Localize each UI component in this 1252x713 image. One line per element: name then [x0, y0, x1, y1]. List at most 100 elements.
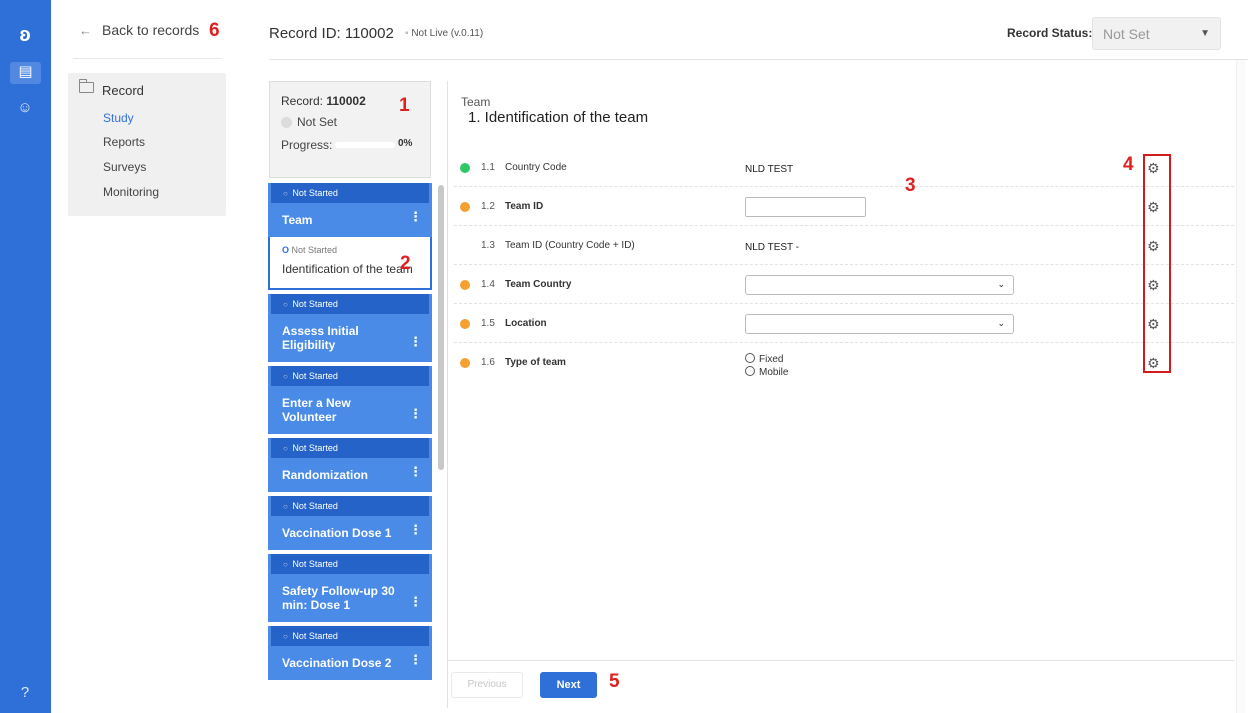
step-status: ○ Not Started — [271, 294, 429, 314]
nav-item-surveys[interactable]: Surveys — [103, 160, 146, 174]
field-value: NLD TEST - — [745, 242, 800, 253]
field-value: NLD TEST — [745, 164, 794, 175]
form-row: 1.4 Team Country ⌄ ⚙ — [454, 265, 1234, 304]
team-type-radio-group: Fixed Mobile — [745, 353, 788, 379]
radio-label: Fixed — [759, 354, 784, 365]
more-options-icon[interactable]: ⋮ — [409, 209, 422, 225]
field-label: Country Code — [505, 162, 567, 173]
left-navigation: ← Back to records Record Study Reports S… — [51, 0, 240, 713]
more-options-icon[interactable]: ⋮ — [409, 594, 422, 610]
substep-title: Identification of the team — [282, 262, 413, 276]
progress-bar — [335, 142, 395, 148]
annotation-5: 5 — [609, 671, 620, 692]
status-dot-icon — [281, 116, 292, 128]
record-id-title: Record ID: 110002 — [269, 25, 394, 42]
step-item[interactable]: ○ Not Started Enter a New Volunteer ⋮ — [268, 366, 432, 434]
step-status-label: Not Started — [292, 188, 338, 198]
progress-label: Progress: — [281, 138, 333, 152]
step-item[interactable]: ○ Not Started Safety Follow-up 30 min: Do… — [268, 554, 432, 622]
radio-icon — [745, 366, 755, 376]
field-label: Team Country — [505, 279, 572, 290]
more-options-icon[interactable]: ⋮ — [409, 522, 422, 538]
step-title: Vaccination Dose 2 — [282, 656, 392, 670]
back-arrow-icon: ← — [79, 22, 92, 38]
location-select[interactable]: ⌄ — [745, 314, 1014, 334]
chevron-down-icon: ⌄ — [997, 318, 1005, 328]
field-number: 1.6 — [481, 357, 495, 368]
radio-label: Mobile — [759, 367, 789, 378]
status-circle-icon: O — [282, 245, 290, 255]
form-row: 1.1 Country Code NLD TEST ⚙ — [454, 148, 1234, 187]
header-divider — [269, 59, 1248, 60]
step-item[interactable]: ○ Not Started Assess Initial Eligibility ⋮ — [268, 294, 432, 362]
team-country-select[interactable]: ⌄ — [745, 275, 1014, 295]
summary-status: Not Set — [281, 115, 337, 129]
progress-percent: 0% — [398, 138, 413, 149]
annotation-2: 2 — [400, 253, 411, 274]
page-header: Record ID: 110002 ◦ Not Live (v.0.11) Re… — [240, 0, 1252, 60]
step-item[interactable]: ○ Not Started Vaccination Dose 2 ⋮ — [268, 626, 432, 680]
more-options-icon[interactable]: ⋮ — [409, 464, 422, 480]
step-status: ○ Not Started — [271, 496, 429, 516]
field-label: Team ID — [505, 201, 544, 212]
record-status-select[interactable]: Not Set ▼ — [1092, 17, 1221, 50]
form-title: 1. Identification of the team — [468, 109, 649, 126]
status-circle-icon: ○ — [283, 560, 288, 569]
field-status-icon — [460, 202, 470, 212]
nav-item-reports[interactable]: Reports — [103, 135, 145, 149]
field-number: 1.2 — [481, 201, 495, 212]
summary-record: Record: 110002 — [281, 94, 366, 108]
status-circle-icon: ○ — [283, 632, 288, 641]
more-options-icon[interactable]: ⋮ — [409, 406, 422, 422]
step-status-label: Not Started — [292, 559, 338, 569]
back-to-records-link[interactable]: ← Back to records — [79, 22, 199, 38]
step-status: ○ Not Started — [271, 554, 429, 574]
step-item[interactable]: ○ Not Started Team ⋮ — [268, 183, 432, 237]
field-status-icon — [460, 319, 470, 329]
radio-option[interactable]: Mobile — [745, 366, 788, 379]
radio-icon — [745, 353, 755, 363]
form-row: 1.3 Team ID (Country Code + ID) NLD TEST -… — [454, 226, 1234, 265]
previous-button[interactable]: Previous — [451, 672, 523, 698]
field-number: 1.1 — [481, 162, 495, 173]
nav-item-monitoring[interactable]: Monitoring — [103, 185, 159, 199]
step-status: ○ Not Started — [271, 438, 429, 458]
step-status-label: Not Started — [292, 501, 338, 511]
radio-option[interactable]: Fixed — [745, 353, 788, 366]
status-circle-icon: ○ — [283, 502, 288, 511]
steps-scrollbar[interactable] — [438, 185, 444, 470]
status-circle-icon: ○ — [283, 372, 288, 381]
step-title: Vaccination Dose 1 — [282, 526, 392, 540]
step-title: Enter a New Volunteer — [282, 396, 351, 424]
nav-item-study[interactable]: Study — [103, 111, 134, 125]
status-circle-icon: ○ — [283, 189, 288, 198]
step-item[interactable]: ○ Not Started Randomization ⋮ — [268, 438, 432, 492]
record-menu: Record Study Reports Surveys Monitoring — [68, 73, 226, 216]
next-button[interactable]: Next — [540, 672, 597, 698]
step-item[interactable]: ○ Not Started Vaccination Dose 1 ⋮ — [268, 496, 432, 550]
step-status-label: Not Started — [292, 443, 338, 453]
team-id-input[interactable] — [745, 197, 866, 217]
page-scrollbar[interactable] — [1236, 60, 1245, 713]
form-panel: Team 1. Identification of the team 1.1 Co… — [448, 81, 1234, 708]
field-status-icon — [460, 280, 470, 290]
step-title: Team — [282, 213, 313, 227]
record-menu-title[interactable]: Record — [102, 83, 144, 98]
user-icon[interactable]: ☺ — [15, 98, 35, 118]
form-row: 1.2 Team ID ⚙ — [454, 187, 1234, 226]
field-status-icon — [460, 163, 470, 173]
records-icon[interactable]: ▤ — [10, 62, 41, 84]
substep-status-label: Not Started — [291, 245, 338, 255]
annotation-4: 4 — [1123, 154, 1134, 175]
step-title: Assess Initial Eligibility — [282, 324, 359, 352]
app-logo-icon[interactable]: ʚ — [14, 24, 36, 46]
help-icon[interactable]: ? — [15, 683, 35, 703]
step-status-label: Not Started — [292, 371, 338, 381]
step-status: ○ Not Started — [271, 366, 429, 386]
more-options-icon[interactable]: ⋮ — [409, 652, 422, 668]
more-options-icon[interactable]: ⋮ — [409, 334, 422, 350]
field-label: Team ID (Country Code + ID) — [505, 240, 635, 251]
form-row: 1.5 Location ⌄ ⚙ — [454, 304, 1234, 343]
annotation-6: 6 — [209, 20, 220, 41]
field-number: 1.3 — [481, 240, 495, 251]
